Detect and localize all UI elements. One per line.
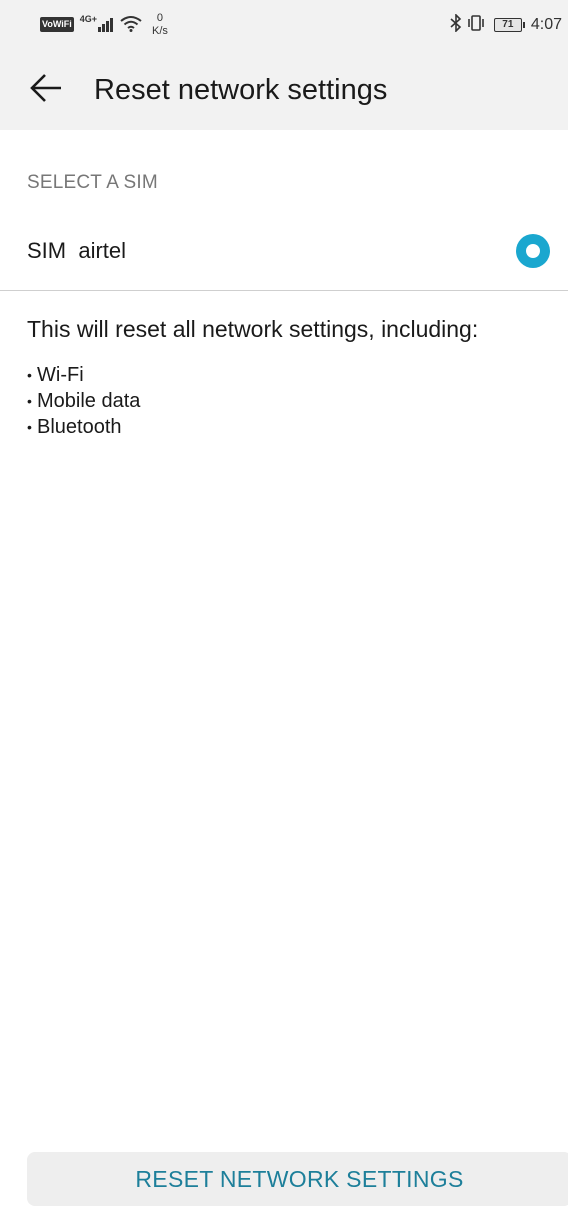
- sim-option-airtel[interactable]: SIM airtel: [0, 212, 568, 290]
- bullet-icon: •: [27, 419, 32, 435]
- vibrate-icon: [466, 14, 486, 37]
- battery-icon: 71: [493, 18, 522, 32]
- signal-strength-icon: [98, 16, 114, 32]
- status-left-group: VoWiFi 4G+ 0 K/s: [40, 12, 168, 38]
- bullet-icon: •: [27, 367, 32, 383]
- reset-network-settings-screen: VoWiFi 4G+ 0 K/s 71 4:07 Reset network s…: [0, 0, 568, 1217]
- reset-button-label: RESET NETWORK SETTINGS: [135, 1165, 464, 1192]
- sim-option-label: SIM airtel: [27, 238, 127, 263]
- clock: 4:07: [530, 16, 562, 33]
- speed-value: 0: [156, 12, 164, 24]
- status-right-group: 71 4:07: [450, 12, 562, 38]
- list-item-label: Bluetooth: [37, 416, 122, 438]
- vowifi-badge: VoWiFi: [40, 17, 74, 32]
- list-item-label: Mobile data: [37, 390, 141, 412]
- list-item: • Mobile data: [27, 388, 140, 414]
- battery-tip: [522, 22, 525, 28]
- wifi-icon: [120, 15, 142, 37]
- radio-inner-dot: [526, 244, 540, 258]
- list-item: • Bluetooth: [27, 414, 140, 440]
- reset-items-list: • Wi-Fi • Mobile data • Bluetooth: [27, 362, 140, 440]
- select-sim-header: SELECT A SIM: [27, 172, 158, 193]
- back-button[interactable]: [22, 70, 70, 110]
- reset-network-settings-button[interactable]: RESET NETWORK SETTINGS: [27, 1152, 568, 1206]
- page-title: Reset network settings: [94, 74, 388, 106]
- bullet-icon: •: [27, 393, 32, 409]
- bluetooth-icon: [450, 12, 462, 37]
- arrow-back-icon: [29, 73, 63, 108]
- speed-unit: K/s: [152, 25, 168, 37]
- radio-selected-icon[interactable]: [516, 234, 550, 268]
- list-item-label: Wi-Fi: [37, 364, 84, 386]
- divider: [0, 290, 568, 291]
- list-item: • Wi-Fi: [27, 362, 140, 388]
- reset-description: This will reset all network settings, in…: [27, 316, 479, 342]
- network-speed: 0 K/s: [152, 12, 168, 38]
- toolbar: Reset network settings: [0, 50, 568, 130]
- network-type: 4G+: [79, 14, 98, 24]
- status-bar: VoWiFi 4G+ 0 K/s 71 4:07: [0, 0, 568, 50]
